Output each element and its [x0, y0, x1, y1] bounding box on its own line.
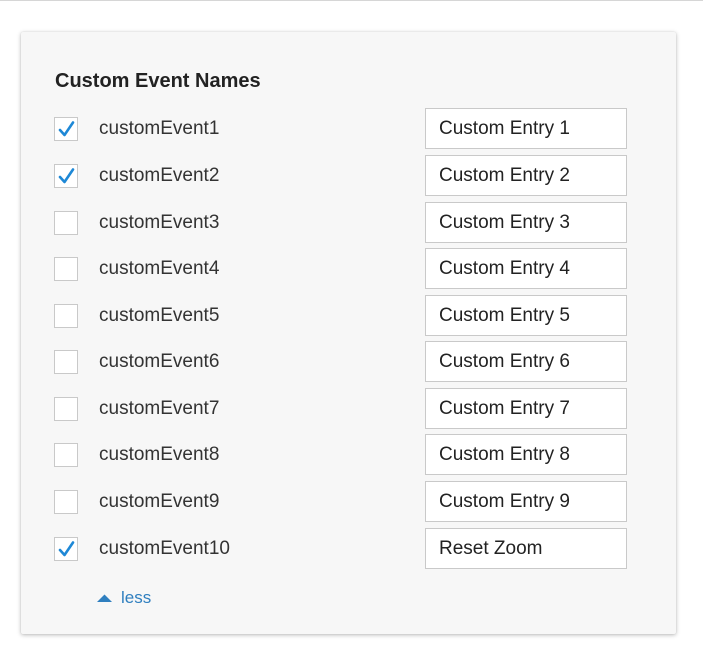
event-checkbox[interactable]: [54, 443, 78, 467]
event-label: customEvent4: [99, 258, 220, 279]
event-row-7: customEvent7: [54, 388, 627, 429]
show-less-link[interactable]: less: [96, 587, 151, 609]
custom-entry-input[interactable]: [425, 108, 627, 149]
event-row-10: customEvent10: [54, 528, 627, 569]
event-row-1: customEvent1: [54, 108, 627, 149]
custom-event-names-panel: Custom Event Names customEvent1 customEv…: [21, 32, 676, 634]
checkmark-icon: [58, 541, 75, 557]
custom-entry-input[interactable]: [425, 388, 627, 429]
custom-entry-input[interactable]: [425, 248, 627, 289]
event-checkbox[interactable]: [54, 490, 78, 514]
event-label: customEvent7: [99, 398, 220, 419]
custom-entry-input[interactable]: [425, 481, 627, 522]
event-checkbox[interactable]: [54, 211, 78, 235]
panel-title: Custom Event Names: [55, 70, 261, 92]
custom-entry-input[interactable]: [425, 528, 627, 569]
event-label: customEvent8: [99, 444, 220, 465]
top-gap: [0, 1, 703, 13]
event-checkbox[interactable]: [54, 164, 78, 188]
event-checkbox[interactable]: [54, 117, 78, 141]
event-checkbox[interactable]: [54, 304, 78, 328]
event-label: customEvent3: [99, 212, 220, 233]
event-label: customEvent2: [99, 165, 220, 186]
checkmark-icon: [58, 168, 75, 184]
event-row-2: customEvent2: [54, 155, 627, 196]
event-row-6: customEvent6: [54, 341, 627, 382]
event-checkbox[interactable]: [54, 397, 78, 421]
checkmark-icon: [58, 121, 75, 137]
event-checkbox[interactable]: [54, 257, 78, 281]
custom-entry-input[interactable]: [425, 155, 627, 196]
event-label: customEvent6: [99, 351, 220, 372]
custom-entry-input[interactable]: [425, 295, 627, 336]
event-label: customEvent10: [99, 538, 230, 559]
caret-up-icon: [97, 594, 112, 602]
show-less-label: less: [121, 588, 152, 607]
event-checkbox[interactable]: [54, 537, 78, 561]
event-row-9: customEvent9: [54, 481, 627, 522]
event-label: customEvent1: [99, 118, 220, 139]
event-label: customEvent5: [99, 305, 220, 326]
event-checkbox[interactable]: [54, 350, 78, 374]
event-row-8: customEvent8: [54, 434, 627, 475]
custom-entry-input[interactable]: [425, 202, 627, 243]
custom-entry-input[interactable]: [425, 341, 627, 382]
event-label: customEvent9: [99, 491, 220, 512]
custom-entry-input[interactable]: [425, 434, 627, 475]
event-row-3: customEvent3: [54, 202, 627, 243]
event-row-4: customEvent4: [54, 248, 627, 289]
event-row-5: customEvent5: [54, 295, 627, 336]
